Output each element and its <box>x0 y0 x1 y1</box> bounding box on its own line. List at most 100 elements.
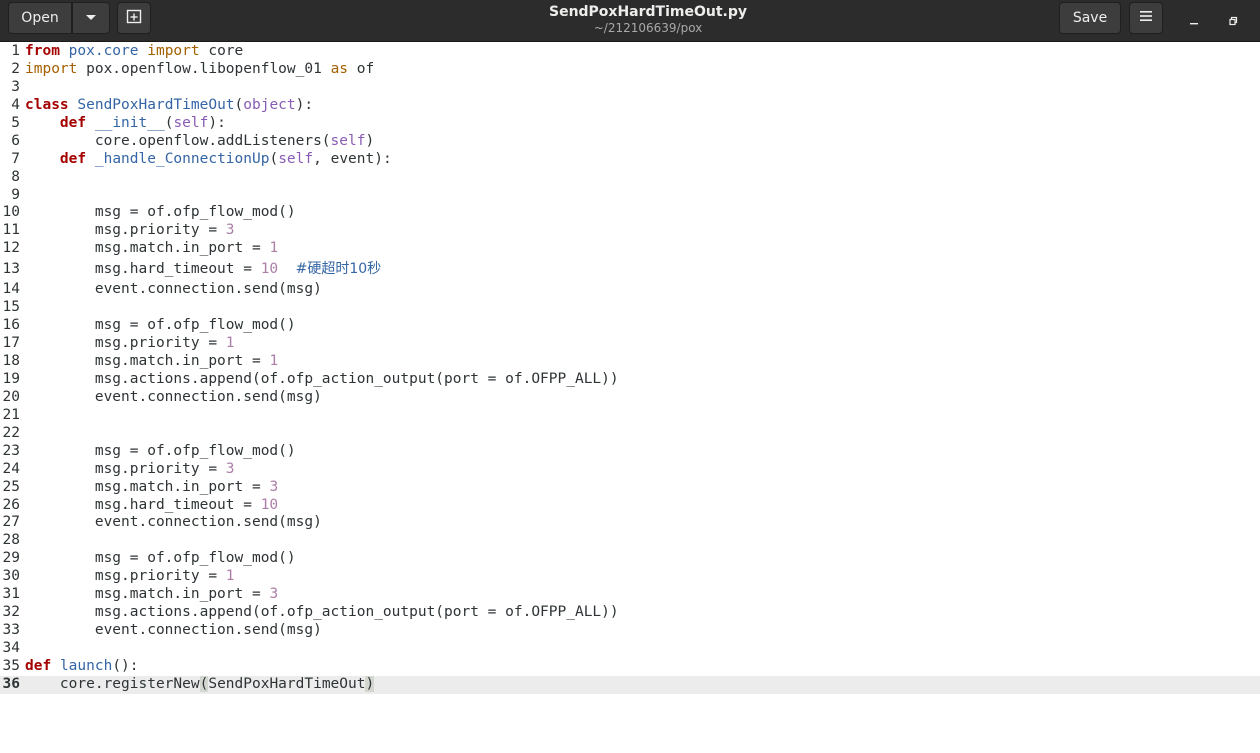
code-line[interactable]: 14 event.connection.send(msg) <box>0 281 1260 299</box>
open-button[interactable]: Open <box>8 2 72 34</box>
code-line[interactable]: 35 def launch(): <box>0 658 1260 676</box>
code-line[interactable]: 2 import pox.openflow.libopenflow_01 as o… <box>0 61 1260 79</box>
code-token: event.connection.send(msg) <box>25 281 322 298</box>
code-token: ) <box>365 675 375 692</box>
code-token: object <box>243 96 296 113</box>
code-line[interactable]: 22 <box>0 425 1260 443</box>
code-line[interactable]: 17 msg.priority = 1 <box>0 335 1260 353</box>
new-tab-button[interactable] <box>117 2 151 34</box>
line-number: 17 <box>2 335 20 352</box>
code-line[interactable]: 27 event.connection.send(msg) <box>0 514 1260 532</box>
code-line[interactable]: 15 <box>0 299 1260 317</box>
code-token: 1 <box>269 240 279 257</box>
code-token: class <box>25 96 69 113</box>
code-line[interactable]: 30 msg.priority = 1 <box>0 568 1260 586</box>
code-line[interactable]: 20 event.connection.send(msg) <box>0 389 1260 407</box>
line-number: 12 <box>2 240 20 257</box>
code-token: core.registerNew <box>25 675 200 692</box>
code-line[interactable]: 8 <box>0 169 1260 187</box>
code-line[interactable]: 16 msg = of.ofp_flow_mod() <box>0 317 1260 335</box>
minimize-button[interactable] <box>1182 8 1206 32</box>
code-token: msg.priority = <box>25 460 226 477</box>
code-token: launch <box>59 657 113 674</box>
code-editor[interactable]: 1 from pox.core import core 2 import pox.op… <box>0 42 1260 753</box>
code-line[interactable]: 6 core.openflow.addListeners(self) <box>0 133 1260 151</box>
code-token: msg.priority = <box>25 335 226 352</box>
code-line[interactable]: 10 msg = of.ofp_flow_mod() <box>0 204 1260 222</box>
code-line[interactable]: 3 <box>0 79 1260 97</box>
code-token: pox.core <box>68 43 139 59</box>
line-number: 32 <box>2 604 20 621</box>
code-token: core.openflow.addListeners( <box>25 132 331 149</box>
code-line[interactable]: 9 <box>0 187 1260 205</box>
code-token: from <box>25 43 60 59</box>
line-number: 4 <box>11 96 20 113</box>
line-number: 35 <box>2 657 20 674</box>
code-token: msg.priority = <box>25 222 226 239</box>
code-token: import <box>25 60 78 77</box>
code-line[interactable]: 24 msg.priority = 3 <box>0 461 1260 479</box>
code-line[interactable]: 23 msg = of.ofp_flow_mod() <box>0 443 1260 461</box>
code-line[interactable]: 19 msg.actions.append(of.ofp_action_outp… <box>0 371 1260 389</box>
code-line[interactable]: 34 <box>0 640 1260 658</box>
code-line[interactable]: 18 msg.match.in_port = 1 <box>0 353 1260 371</box>
code-token: 10 <box>260 261 279 278</box>
code-line[interactable]: 26 msg.hard_timeout = 10 <box>0 497 1260 515</box>
line-number: 27 <box>2 514 20 531</box>
code-token: (): <box>112 657 139 674</box>
line-code: msg.priority = 1 <box>25 335 235 353</box>
code-token: of <box>348 60 375 77</box>
code-line[interactable]: 21 <box>0 407 1260 425</box>
line-code: def __init__(self): <box>25 115 226 133</box>
code-token: event.connection.send(msg) <box>25 388 322 405</box>
line-number: 20 <box>2 388 20 405</box>
code-token: msg = of.ofp_flow_mod() <box>25 550 296 567</box>
line-code: msg = of.ofp_flow_mod() <box>25 550 296 568</box>
code-line[interactable]: 1 from pox.core import core <box>0 43 1260 61</box>
code-view[interactable]: 1 from pox.core import core 2 import pox.op… <box>0 43 1260 694</box>
code-token: pox.openflow.libopenflow_01 <box>77 60 331 77</box>
code-line[interactable]: 29 msg = of.ofp_flow_mod() <box>0 550 1260 568</box>
line-code: msg.actions.append(of.ofp_action_output(… <box>25 604 619 622</box>
code-token: msg = of.ofp_flow_mod() <box>25 442 296 459</box>
code-token: msg.actions.append(of.ofp_action_output(… <box>25 370 619 387</box>
code-line[interactable]: 4 class SendPoxHardTimeOut(object): <box>0 97 1260 115</box>
new-document-icon <box>126 8 142 28</box>
line-number: 9 <box>11 186 20 203</box>
chevron-down-icon <box>85 10 97 26</box>
code-token: msg.match.in_port = <box>25 353 270 369</box>
line-number: 10 <box>2 204 20 221</box>
code-line[interactable]: 25 msg.match.in_port = 3 <box>0 479 1260 497</box>
code-token: def <box>59 150 87 167</box>
line-number: 21 <box>2 406 20 423</box>
code-line-current[interactable]: 36 core.registerNew(SendPoxHardTimeOut) <box>0 675 1260 694</box>
code-token: msg.actions.append(of.ofp_action_output(… <box>25 604 619 621</box>
line-code: event.connection.send(msg) <box>25 281 322 299</box>
code-line[interactable]: 32 msg.actions.append(of.ofp_action_outp… <box>0 604 1260 622</box>
line-code: msg.hard_timeout = 10 <box>25 497 278 515</box>
line-number: 31 <box>2 586 20 603</box>
open-menu-button[interactable] <box>72 2 110 34</box>
code-line[interactable]: 33 event.connection.send(msg) <box>0 622 1260 640</box>
code-line[interactable]: 31 msg.match.in_port = 3 <box>0 586 1260 604</box>
code-token: msg = of.ofp_flow_mod() <box>25 204 296 221</box>
save-button[interactable]: Save <box>1059 2 1121 34</box>
line-number: 26 <box>2 496 20 513</box>
maximize-button[interactable] <box>1222 8 1246 32</box>
line-number: 7 <box>11 150 20 167</box>
code-token: msg.match.in_port = <box>25 586 270 603</box>
code-line[interactable]: 13 msg.hard_timeout = 10 #硬超时10秒 <box>0 258 1260 281</box>
maximize-icon <box>1229 11 1239 30</box>
code-line[interactable]: 7 def _handle_ConnectionUp(self, event): <box>0 151 1260 169</box>
line-code: import pox.openflow.libopenflow_01 as of <box>25 61 374 79</box>
main-menu-button[interactable] <box>1129 2 1163 34</box>
code-line[interactable]: 28 <box>0 532 1260 550</box>
code-line[interactable]: 5 def __init__(self): <box>0 115 1260 133</box>
code-line[interactable]: 12 msg.match.in_port = 1 <box>0 240 1260 258</box>
code-line[interactable]: 11 msg.priority = 3 <box>0 222 1260 240</box>
line-code: core.registerNew(SendPoxHardTimeOut) <box>25 675 375 694</box>
line-number: 13 <box>2 261 20 278</box>
header-bar: Open SendPoxHardTimeOut.py ~/212106639/p… <box>0 0 1260 42</box>
